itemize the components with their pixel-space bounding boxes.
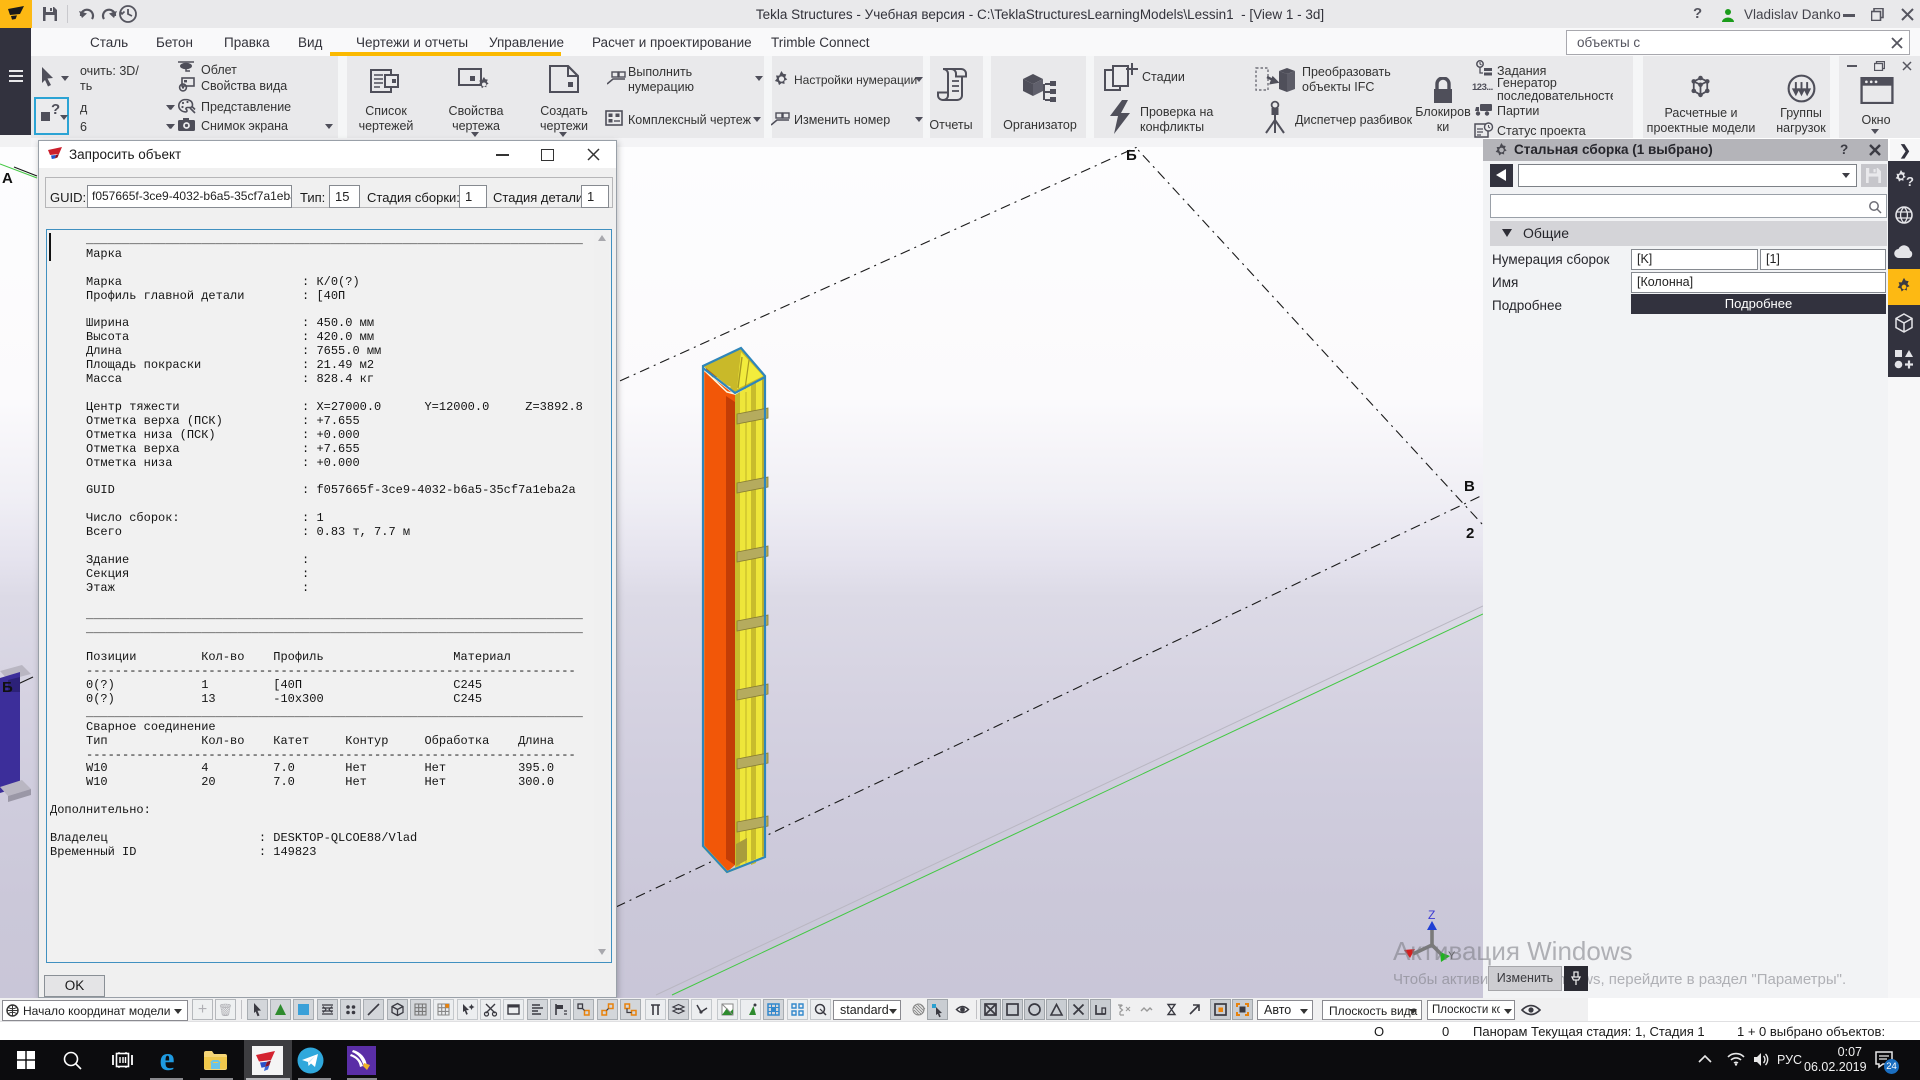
svg-text:А: А — [2, 170, 13, 187]
svg-text:Z: Z — [1428, 908, 1435, 922]
svg-text:Б: Б — [1126, 147, 1137, 164]
svg-text:?: ? — [1906, 174, 1914, 189]
svg-text:2: 2 — [1466, 525, 1474, 542]
svg-text:В: В — [1464, 478, 1475, 495]
svg-text:Б: Б — [2, 679, 13, 696]
